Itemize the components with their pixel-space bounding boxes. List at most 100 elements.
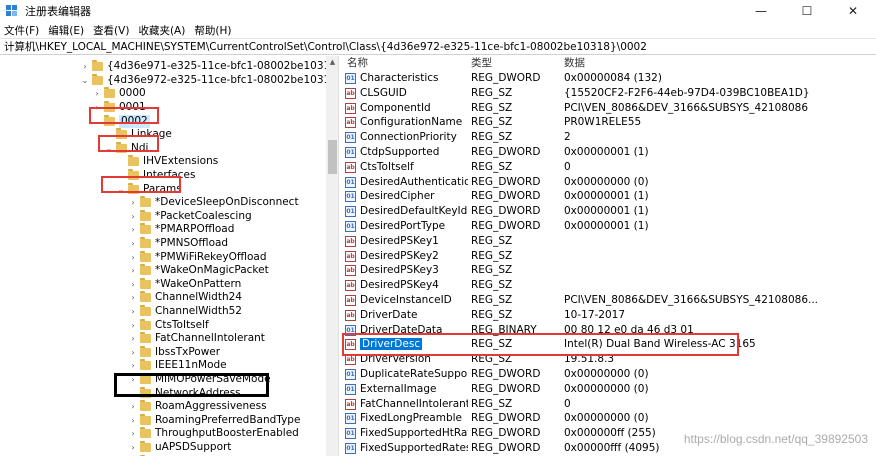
tree-item[interactable]: ⌄ {4d36e972-e325-11ce-bfc1-08002be10318} [80, 73, 338, 88]
scroll-up-icon[interactable]: ▲ [326, 56, 338, 68]
folder-icon [92, 73, 103, 85]
tree-item[interactable]: › *WakeOnPattern [128, 277, 241, 292]
tree-item[interactable]: › ThroughputBoosterEnabled [128, 427, 299, 441]
value-row[interactable]: 01 Characteristics REG_DWORD 0x00000084 (13… [341, 71, 876, 86]
tree-item[interactable]: › ChannelWidth24 [128, 291, 242, 305]
tree-item[interactable]: › 0000 [92, 87, 146, 101]
value-row[interactable]: 01 DesiredDefaultKeyId REG_DWORD 0x00000001… [341, 204, 876, 219]
tree-item[interactable]: › uAPSDSupport [128, 441, 231, 455]
value-row[interactable]: ab FatChannelIntolerant REG_SZ 0 [341, 397, 876, 412]
tree-item[interactable]: IHVExtensions [116, 155, 218, 169]
tree-item[interactable]: › 0001 [92, 101, 146, 115]
value-row[interactable]: 01 CtdpSupported REG_DWORD 0x00000001 (1) [341, 145, 876, 160]
value-row[interactable]: 01 ConnectionPriority REG_SZ 2 [341, 130, 876, 145]
chevron-right-icon[interactable]: › [128, 346, 138, 359]
value-row[interactable]: ab CLSGUID REG_SZ {15520CF2-F2F6-44eb-97D4-… [341, 86, 876, 101]
value-row[interactable]: ab DriverDate REG_SZ 10-17-2017 [341, 308, 876, 323]
close-button[interactable]: ✕ [830, 0, 876, 22]
address-bar[interactable]: 计算机\HKEY_LOCAL_MACHINE\SYSTEM\CurrentCon… [0, 38, 876, 55]
value-type: REG_SZ [471, 116, 513, 129]
chevron-right-icon[interactable]: › [128, 319, 138, 332]
chevron-right-icon[interactable]: › [128, 264, 138, 277]
chevron-right-icon[interactable]: › [128, 414, 138, 427]
tree-item[interactable]: ⌄ Params [116, 182, 182, 196]
tree-item[interactable]: › ChannelWidth52 [128, 305, 242, 319]
maximize-button[interactable]: ☐ [784, 0, 830, 22]
column-header-type[interactable]: 类型 [471, 56, 492, 70]
tree-item[interactable]: ⌄ 0002 [92, 114, 150, 128]
value-row[interactable]: 01 FixedLongPreamble REG_DWORD 0x00000000 (… [341, 411, 876, 426]
tree-item[interactable]: › *PMARPOffload [128, 223, 234, 237]
value-row[interactable]: 01 DesiredPortType REG_DWORD 0x00000001 (1) [341, 219, 876, 234]
value-row[interactable]: ab DeviceInstanceID REG_SZ PCI\VEN_8086&DEV… [341, 293, 876, 308]
value-row[interactable]: 01 DesiredAuthenticationModeREG_DWORD 0x00… [341, 175, 876, 190]
chevron-right-icon[interactable]: › [92, 87, 102, 100]
value-row[interactable]: ab DriverDesc REG_SZ Intel(R) Dual Band Wir… [341, 337, 876, 352]
chevron-right-icon[interactable]: › [128, 223, 138, 236]
menu-favorites[interactable]: 收藏夹(A) [138, 23, 185, 38]
menu-help[interactable]: 帮助(H) [194, 23, 231, 38]
chevron-right-icon[interactable]: › [92, 101, 102, 114]
tree-scrollbar[interactable]: ▲ [326, 56, 338, 456]
value-type: REG_SZ [471, 160, 513, 173]
column-header-data[interactable]: 数据 [564, 56, 585, 70]
tree-item[interactable]: › *WakeOnMagicPacket [128, 264, 269, 278]
chevron-right-icon[interactable]: › [128, 210, 138, 223]
chevron-right-icon[interactable]: › [128, 251, 138, 264]
chevron-right-icon[interactable]: › [128, 278, 138, 291]
value-name: DesiredPSKey1 [360, 234, 468, 249]
chevron-right-icon[interactable]: › [128, 291, 138, 304]
chevron-down-icon[interactable]: ⌄ [104, 142, 114, 155]
menu-view[interactable]: 查看(V) [93, 23, 129, 38]
tree-item[interactable]: › MIMOPowerSaveMode [128, 373, 271, 387]
tree-item[interactable]: › *PMWiFiRekeyOffload [128, 250, 267, 264]
tree-item-label: RoamAggressiveness [155, 400, 267, 413]
chevron-right-icon[interactable]: › [128, 196, 138, 209]
tree-item[interactable]: › CtsToItself [128, 318, 209, 332]
chevron-right-icon[interactable]: › [128, 305, 138, 318]
chevron-right-icon[interactable]: › [128, 332, 138, 345]
chevron-right-icon[interactable]: › [128, 373, 138, 386]
menu-edit[interactable]: 编辑(E) [48, 23, 84, 38]
tree-item[interactable]: ⌄ Ndi [104, 141, 148, 156]
tree-item[interactable]: › IEEE11nMode [128, 359, 227, 373]
value-row[interactable]: 01 DuplicateRateSupportedREG_DWORD 0x00000… [341, 367, 876, 382]
value-row[interactable]: ab DesiredPSKey2 REG_SZ [341, 249, 876, 264]
chevron-right-icon[interactable]: › [128, 359, 138, 372]
tree-item[interactable]: Interfaces [116, 169, 195, 183]
chevron-right-icon[interactable]: › [128, 237, 138, 250]
value-row[interactable]: ab DesiredPSKey3 REG_SZ [341, 263, 876, 278]
value-row[interactable]: ab ComponentId REG_SZ PCI\VEN_8086&DEV_3166… [341, 101, 876, 116]
value-row[interactable]: ab DriverVersion REG_SZ 19.51.8.3 [341, 352, 876, 367]
tree-item[interactable]: › {4d36e971-e325-11ce-bfc1-08002be10318} [80, 60, 338, 74]
chevron-down-icon[interactable]: ⌄ [80, 74, 90, 87]
tree-item[interactable]: › *DeviceSleepOnDisconnect [128, 196, 299, 210]
chevron-right-icon[interactable]: › [80, 60, 90, 73]
value-name-text: Characteristics [360, 72, 439, 84]
tree-item[interactable]: › RoamingPreferredBandType [128, 413, 300, 428]
chevron-right-icon[interactable]: › [128, 441, 138, 454]
tree-scrollbar-thumb[interactable] [328, 140, 337, 174]
column-header-name[interactable]: 名称 [347, 56, 368, 70]
value-row[interactable]: ab CtsToItself REG_SZ 0 [341, 160, 876, 175]
tree-item[interactable]: › RoamAggressiveness [128, 400, 267, 414]
menu-file[interactable]: 文件(F) [4, 23, 39, 38]
value-row[interactable]: ab DesiredPSKey1 REG_SZ [341, 234, 876, 249]
tree-item[interactable]: › FatChannelIntolerant [128, 332, 265, 346]
value-row[interactable]: 01 ExternalImage REG_DWORD 0x00000000 (0) [341, 382, 876, 397]
value-row[interactable]: ab DesiredPSKey4 REG_SZ [341, 278, 876, 293]
tree-item[interactable]: Linkage [104, 128, 172, 142]
minimize-button[interactable]: — [738, 0, 784, 22]
value-row[interactable]: ab ConfigurationName REG_SZ PR0W1RELE55 [341, 115, 876, 130]
value-row[interactable]: 01 DriverDateData REG_BINARY 00 80 12 e0 da… [341, 323, 876, 338]
tree-item[interactable]: › *PMNSOffload [128, 237, 228, 251]
tree-item[interactable]: › IbssTxPower [128, 345, 220, 360]
chevron-right-icon[interactable]: › [128, 400, 138, 413]
tree-item[interactable]: › *PacketCoalescing [128, 209, 252, 224]
value-name: CtsToItself [360, 160, 468, 175]
value-row[interactable]: 01 DesiredCipher REG_DWORD 0x00000001 (1) [341, 189, 876, 204]
chevron-right-icon[interactable]: › [128, 427, 138, 440]
chevron-down-icon[interactable]: ⌄ [116, 183, 126, 196]
tree-item[interactable]: NetworkAddress [128, 386, 241, 400]
chevron-down-icon[interactable]: ⌄ [92, 115, 102, 128]
